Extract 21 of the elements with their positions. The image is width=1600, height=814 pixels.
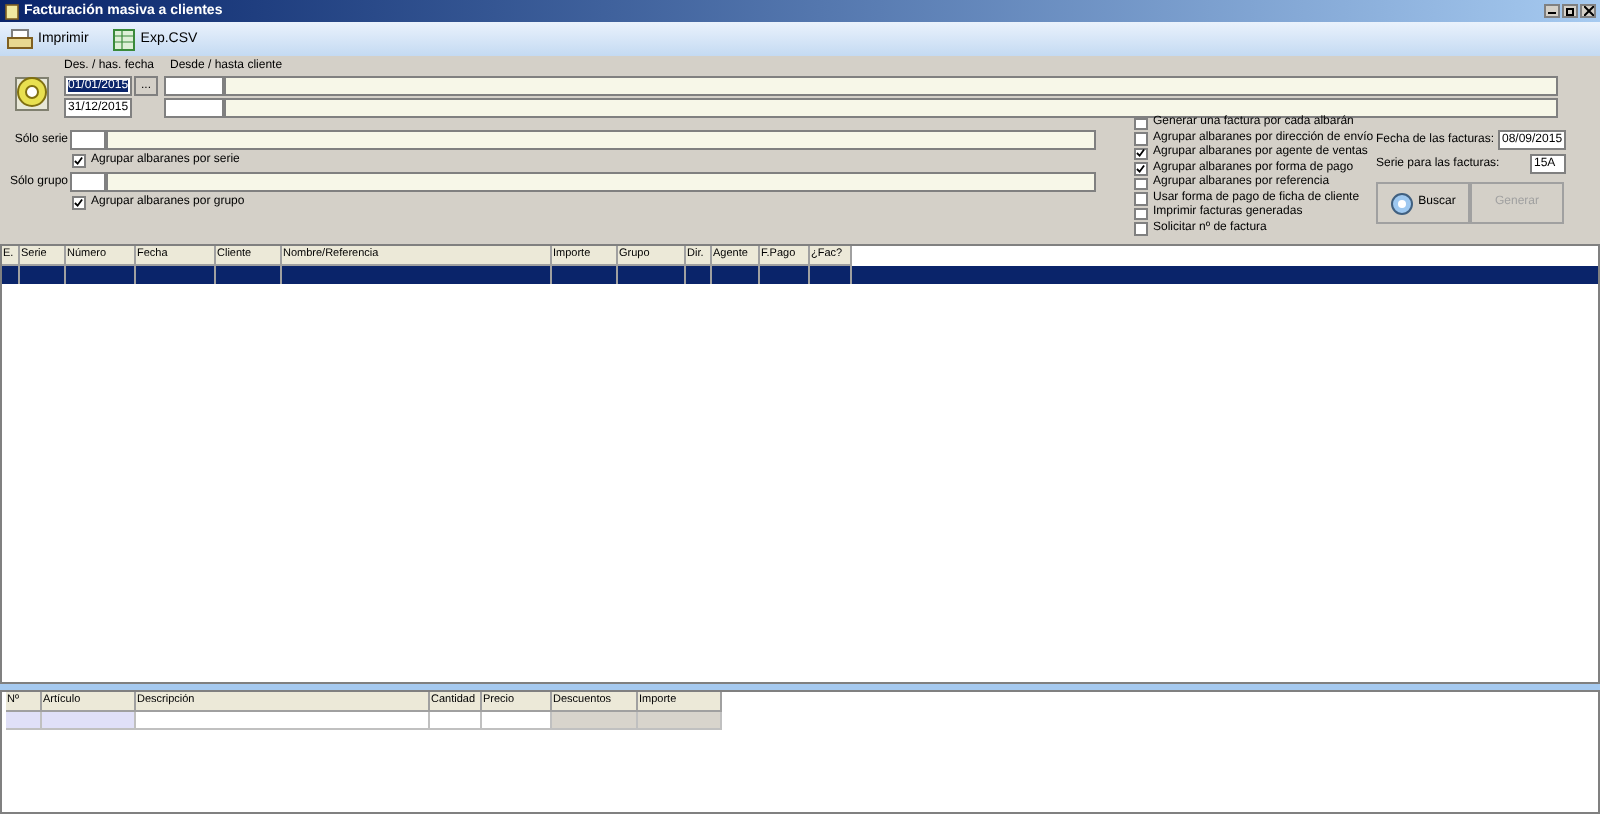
checkbox[interactable] [1134, 207, 1147, 220]
client-code-field[interactable] [164, 98, 224, 118]
checkbox[interactable] [1134, 162, 1147, 175]
checkbox[interactable] [1134, 192, 1147, 205]
gear-icon [12, 72, 52, 112]
window-icon [4, 3, 20, 19]
group-field[interactable] [70, 172, 106, 192]
client-code-field[interactable] [164, 76, 224, 96]
minimize-button[interactable] [1544, 4, 1560, 18]
spreadsheet-icon [112, 27, 137, 51]
maximize-button[interactable] [1562, 4, 1578, 18]
printer-icon [6, 27, 34, 51]
serie-field[interactable] [70, 130, 106, 150]
checkbox[interactable] [72, 154, 85, 168]
close-button[interactable] [1580, 4, 1596, 18]
checkbox[interactable] [1134, 177, 1147, 190]
search-icon [1390, 191, 1415, 215]
checkbox[interactable] [1134, 132, 1147, 145]
checkbox[interactable] [1134, 222, 1147, 235]
checkbox[interactable] [1134, 147, 1147, 160]
checkbox[interactable] [72, 196, 85, 210]
